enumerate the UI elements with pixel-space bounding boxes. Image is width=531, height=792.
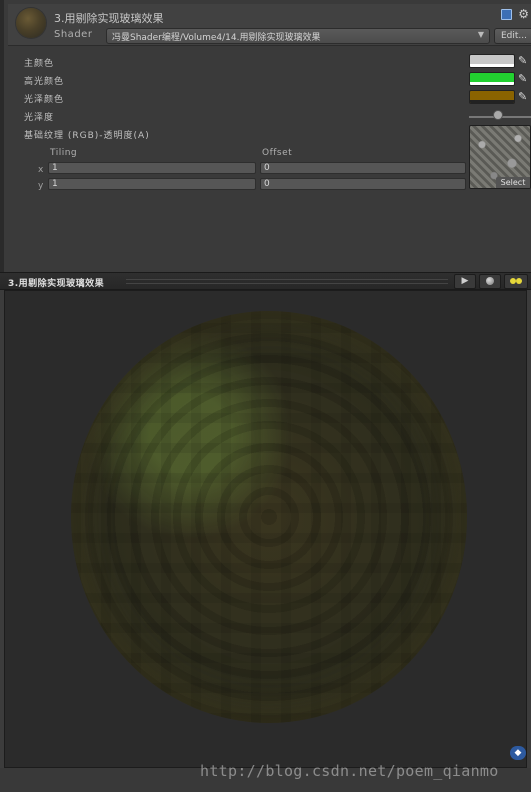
edit-shader-button[interactable]: Edit... — [494, 28, 531, 44]
shader-dropdown-value: 冯曼Shader编程/Volume4/14.用剔除实现玻璃效果 — [112, 33, 321, 43]
header-icons: ⚙ — [501, 8, 529, 20]
play-icon[interactable]: ▶ — [454, 274, 476, 289]
material-header: 3.用剔除实现玻璃效果 ⚙ Shader 冯曼Shader编程/Volume4/… — [8, 4, 531, 46]
eyedropper-icon[interactable]: ✎ — [518, 54, 530, 68]
texture-select-button[interactable]: Select — [496, 177, 530, 188]
offset-y-field[interactable]: 0 — [260, 178, 466, 190]
asset-label-icon[interactable]: ◆ — [510, 746, 526, 760]
light-dot — [516, 277, 522, 284]
alpha-bar — [470, 100, 514, 103]
chevron-down-icon: ▼ — [477, 30, 484, 39]
help-book-icon[interactable] — [501, 9, 513, 20]
reflect-color-swatch[interactable] — [469, 90, 515, 104]
y-axis-label: y — [38, 181, 44, 191]
alpha-bar — [470, 64, 514, 67]
tiling-x-field[interactable]: 1 — [48, 162, 256, 174]
gear-icon[interactable]: ⚙ — [518, 8, 529, 20]
base-texture-slot[interactable]: Select — [469, 125, 531, 189]
shader-dropdown[interactable]: 冯曼Shader编程/Volume4/14.用剔除实现玻璃效果 ▼ — [106, 28, 490, 44]
watermark-text: http://blog.csdn.net/poem_qianmo — [200, 762, 499, 780]
sphere-dot — [486, 276, 494, 285]
resize-grip[interactable] — [126, 279, 448, 284]
shininess-slider-knob[interactable] — [493, 110, 503, 120]
reflect-color-label: 光泽颜色 — [24, 95, 65, 105]
tiling-y-field[interactable]: 1 — [48, 178, 256, 190]
eyedropper-icon[interactable]: ✎ — [518, 90, 530, 104]
offset-header: Offset — [262, 148, 293, 158]
x-axis-label: x — [38, 165, 44, 175]
shader-label: Shader — [54, 29, 93, 40]
preview-sphere — [71, 311, 467, 723]
main-color-swatch[interactable] — [469, 54, 515, 68]
sphere-icon[interactable] — [479, 274, 501, 289]
base-texture-label: 基础纹理 (RGB)-透明度(A) — [24, 131, 150, 141]
offset-x-field[interactable]: 0 — [260, 162, 466, 174]
material-inspector: 3.用剔除实现玻璃效果 ⚙ Shader 冯曼Shader编程/Volume4/… — [0, 0, 531, 272]
material-title: 3.用剔除实现玻璃效果 — [54, 12, 164, 25]
specular-color-swatch[interactable] — [469, 72, 515, 86]
tiling-header: Tiling — [50, 148, 78, 158]
shininess-label: 光泽度 — [24, 113, 55, 123]
specular-color-label: 高光颜色 — [24, 77, 65, 87]
material-preview-area[interactable] — [4, 290, 527, 768]
light-icon[interactable] — [504, 274, 528, 289]
alpha-bar — [470, 82, 514, 85]
main-color-label: 主颜色 — [24, 59, 55, 69]
material-preview-icon — [16, 8, 46, 38]
preview-toolbar: 3.用剔除实现玻璃效果 ▶ — [0, 272, 531, 290]
eyedropper-icon[interactable]: ✎ — [518, 72, 530, 86]
preview-title: 3.用剔除实现玻璃效果 — [8, 279, 105, 289]
